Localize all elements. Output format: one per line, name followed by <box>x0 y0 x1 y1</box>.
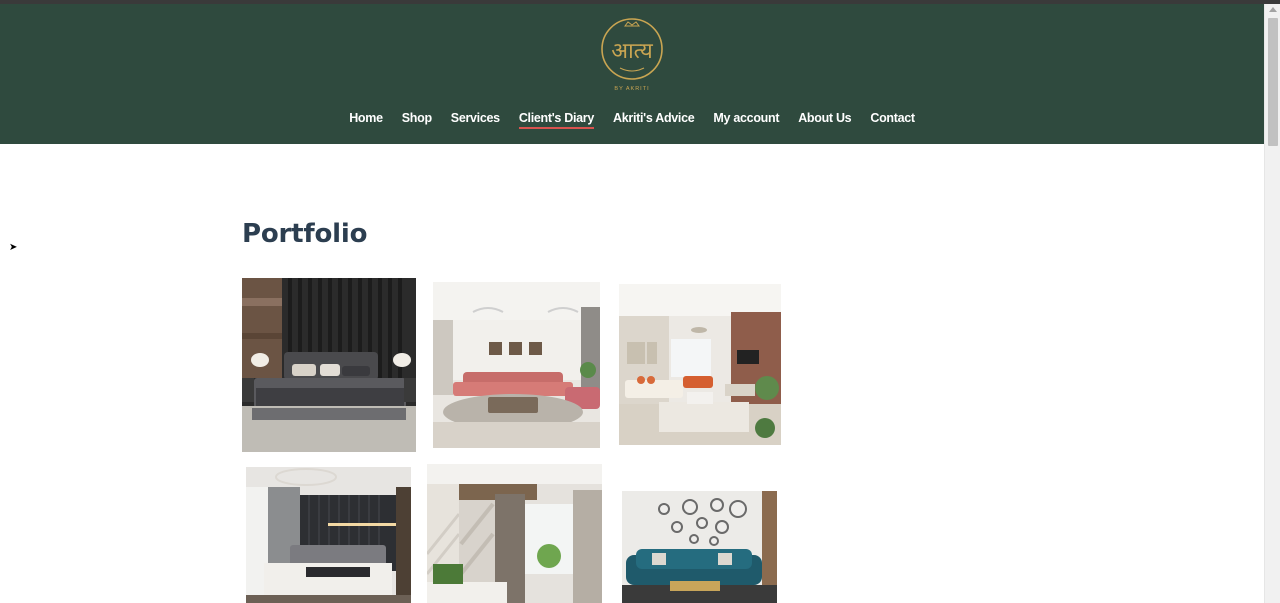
main-nav: Home Shop Services Client's Diary Akriti… <box>0 110 1264 129</box>
nav-item-contact[interactable]: Contact <box>861 110 924 126</box>
bedroom-curtains-photo[interactable] <box>427 464 602 603</box>
svg-text:BY AKRITI: BY AKRITI <box>614 86 649 92</box>
scroll-up-arrow-icon[interactable] <box>1269 7 1277 12</box>
site-header: आत्य BY AKRITI Home Shop Services Client… <box>0 4 1264 144</box>
bedroom-dark-photo[interactable] <box>242 278 416 452</box>
nav-item-about-us[interactable]: About Us <box>789 110 861 126</box>
svg-text:आत्य: आत्य <box>611 39 654 64</box>
nav-item-shop[interactable]: Shop <box>392 110 441 126</box>
nav-item-my-account[interactable]: My account <box>704 110 789 126</box>
nav-item-home[interactable]: Home <box>340 110 393 126</box>
scrollbar-thumb[interactable] <box>1268 18 1278 146</box>
site-logo[interactable]: आत्य BY AKRITI <box>598 16 666 92</box>
nav-item-services[interactable]: Services <box>441 110 509 126</box>
living-room-pink-sofa-photo[interactable] <box>433 282 600 448</box>
page-scrollbar[interactable] <box>1264 4 1280 603</box>
nav-item-akritis-advice[interactable]: Akriti's Advice <box>604 110 704 126</box>
living-room-beige-photo[interactable] <box>619 284 781 445</box>
living-room-blue-sofa-photo[interactable] <box>622 491 777 603</box>
mouse-cursor-icon: ➤ <box>9 242 18 253</box>
nav-item-clients-diary[interactable]: Client's Diary <box>509 110 603 129</box>
bedroom-led-photo[interactable] <box>246 467 411 603</box>
page-title: Portfolio <box>242 219 368 249</box>
